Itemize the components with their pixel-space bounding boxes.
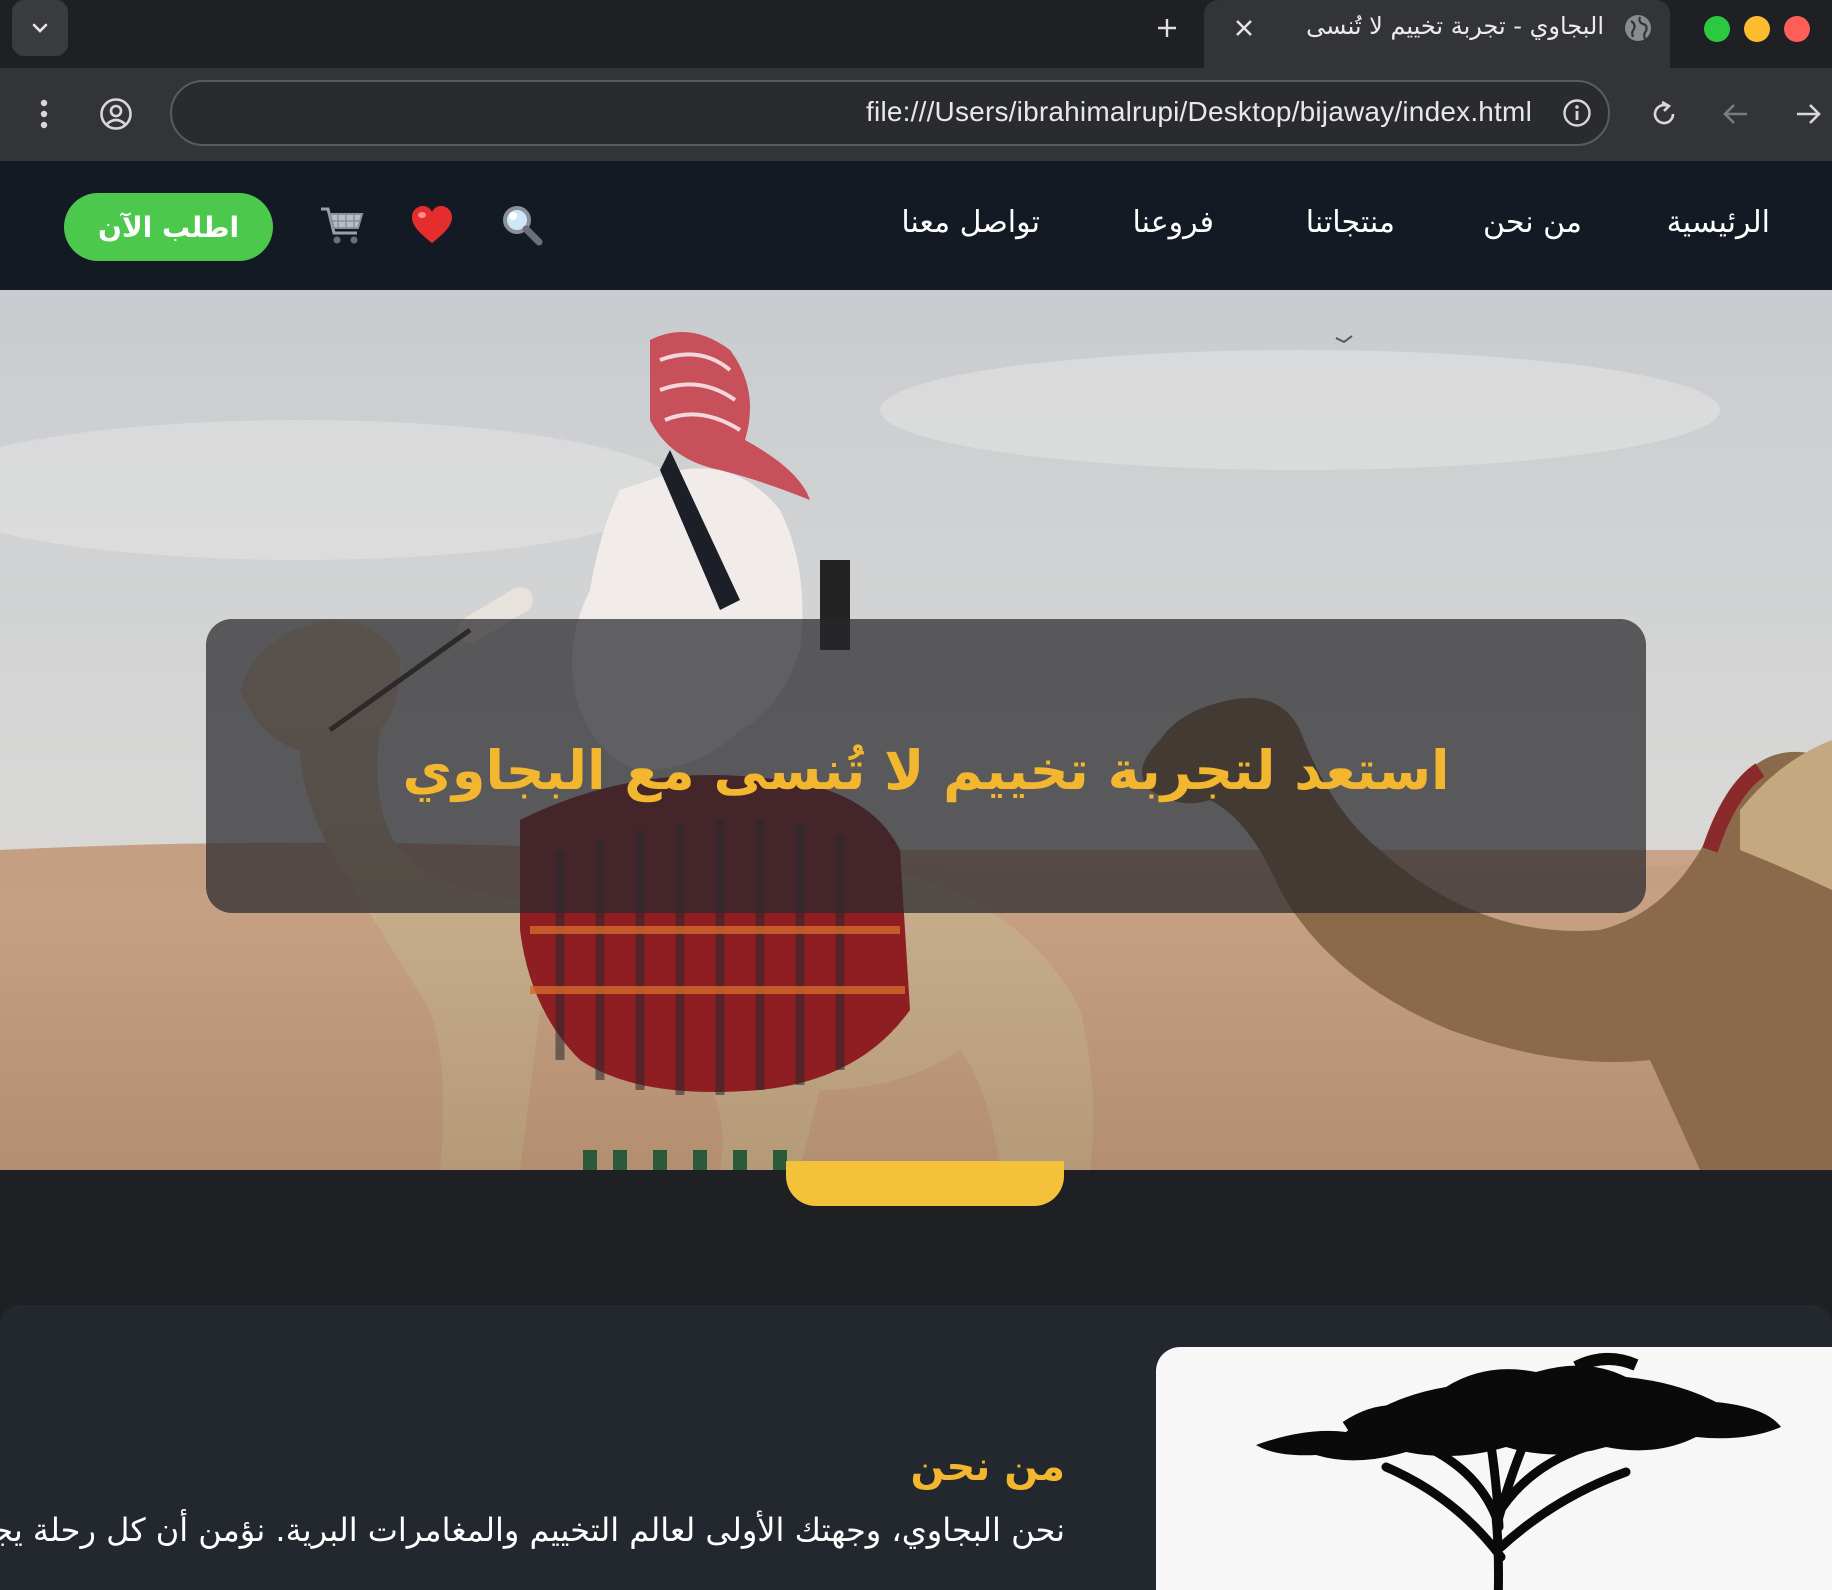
back-button[interactable]: [1712, 90, 1760, 138]
forward-button[interactable]: [1784, 90, 1832, 138]
about-title: من نحن: [910, 1444, 1065, 1490]
back-icon: [1723, 104, 1747, 124]
acacia-tree-image: [1156, 1347, 1832, 1590]
browser-tab-bar: البجاوي - تجربة تخييم لا تُنسى: [0, 0, 1832, 68]
about-section: من نحن نحن البجاوي، وجهتك الأولى لعالم ا…: [0, 1305, 1832, 1590]
close-icon: [1236, 20, 1252, 36]
tab-title: البجاوي - تجربة تخييم لا تُنسى: [1306, 12, 1604, 40]
address-bar[interactable]: file:///Users/ibrahimalrupi/Desktop/bija…: [170, 80, 1610, 146]
order-now-button[interactable]: اطلب الآن: [64, 193, 273, 261]
profile-icon: [100, 98, 132, 130]
profile-button[interactable]: [92, 90, 140, 138]
nav-link-branches[interactable]: فروعنا: [1133, 205, 1214, 240]
web-page: الرئيسية من نحن منتجاتنا فروعنا تواصل مع…: [0, 161, 1832, 1590]
cart-icon[interactable]: [318, 201, 366, 249]
more-vert-icon: [40, 99, 48, 129]
hero-overlay-card: استعد لتجربة تخييم لا تُنسى مع البجاوي: [206, 619, 1646, 913]
nav-link-products[interactable]: منتجاتنا: [1306, 205, 1395, 240]
site-navbar: الرئيسية من نحن منتجاتنا فروعنا تواصل مع…: [0, 161, 1832, 290]
hero-section: استعد لتجربة تخييم لا تُنسى مع البجاوي: [0, 290, 1832, 1170]
tab-search-button[interactable]: [12, 0, 68, 56]
about-paragraph: نحن البجاوي، وجهتك الأولى لعالم التخييم …: [0, 1511, 1065, 1549]
hero-cta-button[interactable]: [786, 1161, 1064, 1206]
globe-icon: [1625, 15, 1651, 41]
new-tab-button[interactable]: [1145, 6, 1189, 50]
window-close-button[interactable]: [1784, 16, 1810, 42]
reload-button[interactable]: [1640, 90, 1688, 138]
tab-close-button[interactable]: [1224, 8, 1264, 48]
forward-icon: [1797, 104, 1821, 124]
nav-link-about[interactable]: من نحن: [1483, 205, 1582, 240]
active-tab[interactable]: البجاوي - تجربة تخييم لا تُنسى: [1204, 0, 1670, 68]
window-minimize-button[interactable]: [1744, 16, 1770, 42]
search-icon[interactable]: [498, 201, 546, 249]
chevron-down-icon: [32, 23, 48, 33]
browser-menu-button[interactable]: [20, 90, 68, 138]
window-maximize-button[interactable]: [1704, 16, 1730, 42]
nav-link-contact[interactable]: تواصل معنا: [901, 205, 1040, 240]
browser-toolbar: file:///Users/ibrahimalrupi/Desktop/bija…: [0, 68, 1832, 161]
url-text[interactable]: file:///Users/ibrahimalrupi/Desktop/bija…: [866, 96, 1532, 128]
hero-title: استعد لتجربة تخييم لا تُنسى مع البجاوي: [402, 738, 1450, 802]
plus-icon: [1158, 19, 1176, 37]
nav-link-home[interactable]: الرئيسية: [1667, 205, 1770, 240]
info-icon[interactable]: [1560, 96, 1594, 130]
reload-icon: [1653, 100, 1675, 125]
heart-icon[interactable]: [408, 201, 456, 249]
